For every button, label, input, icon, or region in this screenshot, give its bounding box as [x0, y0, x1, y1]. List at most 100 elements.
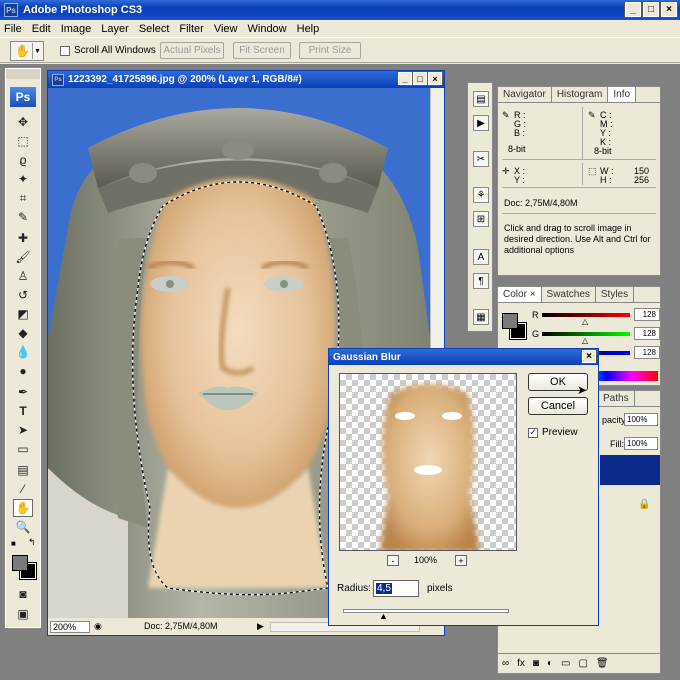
color-g-value[interactable]: 128 — [634, 327, 660, 340]
new-layer-icon[interactable]: ▢ — [578, 658, 587, 669]
radius-slider[interactable] — [343, 609, 509, 613]
dialog-close-button[interactable]: × — [581, 349, 597, 364]
photoshop-logo[interactable]: Ps — [10, 87, 36, 107]
color-r-value[interactable]: 128 — [634, 308, 660, 321]
color-b-value[interactable]: 128 — [634, 346, 660, 359]
zoom-level-field[interactable]: 200% — [50, 621, 90, 633]
blur-tool-icon[interactable]: 💧 — [13, 343, 33, 361]
color-sampler-tool-icon[interactable]: ⁄ — [13, 480, 33, 498]
history-panel-icon[interactable]: ▤ — [473, 91, 489, 107]
actual-pixels-button[interactable]: Actual Pixels — [160, 42, 224, 59]
menu-file[interactable]: File — [4, 23, 22, 35]
tool-preset-picker[interactable]: ✋ ▼ — [10, 41, 44, 61]
notes-tool-icon[interactable]: ▤ — [13, 461, 33, 479]
paint-bucket-tool-icon[interactable]: ◆ — [13, 324, 33, 342]
menu-window[interactable]: Window — [248, 23, 287, 35]
radius-input[interactable]: 4,5 — [373, 580, 419, 597]
toolbox-grip[interactable] — [6, 69, 40, 79]
tab-histogram[interactable]: Histogram — [552, 87, 609, 102]
color-r-label: R — [532, 310, 539, 320]
move-tool-icon[interactable]: ✥ — [13, 113, 33, 131]
menu-select[interactable]: Select — [139, 23, 170, 35]
actions-panel-icon[interactable]: ▶ — [473, 115, 489, 131]
blur-preview[interactable] — [339, 373, 517, 551]
eyedropper-tool-icon[interactable]: ✎ — [13, 208, 33, 226]
magic-wand-tool-icon[interactable]: ✦ — [13, 170, 33, 188]
minimize-button[interactable]: _ — [624, 1, 642, 18]
adjustment-layer-icon[interactable]: ◐ — [547, 658, 553, 669]
cancel-button[interactable]: Cancel — [528, 397, 588, 415]
path-selection-tool-icon[interactable]: ➤ — [13, 421, 33, 439]
tab-paths[interactable]: Paths — [598, 391, 635, 406]
new-group-icon[interactable]: ▭ — [561, 658, 570, 669]
pen-tool-icon[interactable]: ✒ — [13, 383, 33, 401]
radius-slider-thumb[interactable]: ▲ — [379, 611, 388, 621]
tool-presets-panel-icon[interactable]: ✂ — [473, 151, 489, 167]
clone-stamp-tool-icon[interactable]: ♙ — [13, 267, 33, 285]
fit-screen-button[interactable]: Fit Screen — [233, 42, 291, 59]
dodge-tool-icon[interactable]: ● — [13, 362, 33, 380]
status-arrow-icon[interactable]: ▶ — [257, 621, 264, 632]
character-panel-icon[interactable]: A — [473, 249, 489, 265]
swap-colors-icon[interactable]: ↰ — [28, 537, 36, 548]
lasso-tool-icon[interactable]: ϱ — [13, 151, 33, 169]
screen-mode-icon[interactable]: ▣ — [13, 605, 33, 623]
layer-comps-panel-icon[interactable]: ▦ — [473, 309, 489, 325]
color-g-thumb[interactable]: △ — [582, 336, 588, 345]
menu-edit[interactable]: Edit — [32, 23, 51, 35]
menu-layer[interactable]: Layer — [101, 23, 129, 35]
layer-style-icon[interactable]: fx — [517, 658, 525, 669]
brushes-panel-icon[interactable]: ⚘ — [473, 187, 489, 203]
zoom-tool-icon[interactable]: 🔍 — [13, 518, 33, 536]
history-brush-tool-icon[interactable]: ↺ — [13, 286, 33, 304]
hand-tool-icon[interactable]: ✋ — [13, 499, 33, 517]
opacity-value[interactable]: 100% — [624, 413, 658, 426]
rectangle-tool-icon[interactable]: ▭ — [13, 440, 33, 458]
menu-view[interactable]: View — [214, 23, 238, 35]
link-layers-icon[interactable]: ∞ — [502, 658, 509, 669]
quick-mask-icon[interactable]: ◙ — [13, 585, 33, 603]
tab-swatches[interactable]: Swatches — [542, 287, 596, 302]
menu-filter[interactable]: Filter — [179, 23, 203, 35]
close-tab-icon[interactable]: × — [530, 289, 536, 300]
tab-info[interactable]: Info — [608, 87, 637, 102]
tab-navigator[interactable]: Navigator — [498, 87, 552, 102]
paragraph-panel-icon[interactable]: ¶ — [473, 273, 489, 289]
selected-layer-row[interactable] — [600, 455, 660, 485]
crosshair-icon: ✛ — [502, 166, 510, 176]
menu-image[interactable]: Image — [61, 23, 92, 35]
preview-check-mark: ✓ — [528, 427, 538, 438]
fill-value[interactable]: 100% — [624, 437, 658, 450]
type-tool-icon[interactable]: T — [13, 402, 33, 420]
dialog-title-bar[interactable]: Gaussian Blur × — [329, 349, 598, 365]
document-title: 1223392_41725896.jpg @ 200% (Layer 1, RG… — [68, 74, 302, 85]
color-r-thumb[interactable]: △ — [582, 317, 588, 326]
zoom-out-button[interactable]: - — [387, 555, 399, 566]
rgb-depth: 8-bit — [508, 144, 526, 154]
marquee-tool-icon[interactable]: ⬚ — [13, 132, 33, 150]
preview-checkbox[interactable]: ✓ Preview — [528, 427, 578, 438]
doc-minimize-button[interactable]: _ — [397, 71, 413, 86]
brush-tool-icon[interactable]: 🖌 — [13, 248, 33, 266]
crop-tool-icon[interactable]: ⌗ — [13, 189, 33, 207]
status-menu-icon[interactable]: ◉ — [94, 621, 102, 632]
maximize-button[interactable]: □ — [642, 1, 660, 18]
scroll-all-windows-checkbox[interactable]: Scroll All Windows — [60, 45, 156, 56]
zoom-in-button[interactable]: + — [455, 555, 467, 566]
default-colors-icon[interactable]: ■ — [11, 539, 16, 548]
tab-styles[interactable]: Styles — [596, 287, 635, 302]
menu-help[interactable]: Help — [297, 23, 320, 35]
clone-source-panel-icon[interactable]: ⊞ — [473, 211, 489, 227]
healing-brush-tool-icon[interactable]: ✚ — [13, 229, 33, 247]
doc-maximize-button[interactable]: □ — [412, 71, 428, 86]
print-size-button[interactable]: Print Size — [299, 42, 361, 59]
document-title-bar[interactable]: Ps 1223392_41725896.jpg @ 200% (Layer 1,… — [48, 71, 444, 88]
eraser-tool-icon[interactable]: ◩ — [13, 305, 33, 323]
close-button[interactable]: × — [660, 1, 678, 18]
doc-close-button[interactable]: × — [427, 71, 443, 86]
layer-mask-icon[interactable]: ◙ — [533, 658, 539, 669]
tab-color[interactable]: Color × — [498, 287, 542, 302]
trash-icon[interactable]: 🗑 — [596, 658, 609, 669]
color-fg-swatch[interactable] — [502, 313, 518, 329]
foreground-color-swatch[interactable] — [12, 555, 28, 571]
